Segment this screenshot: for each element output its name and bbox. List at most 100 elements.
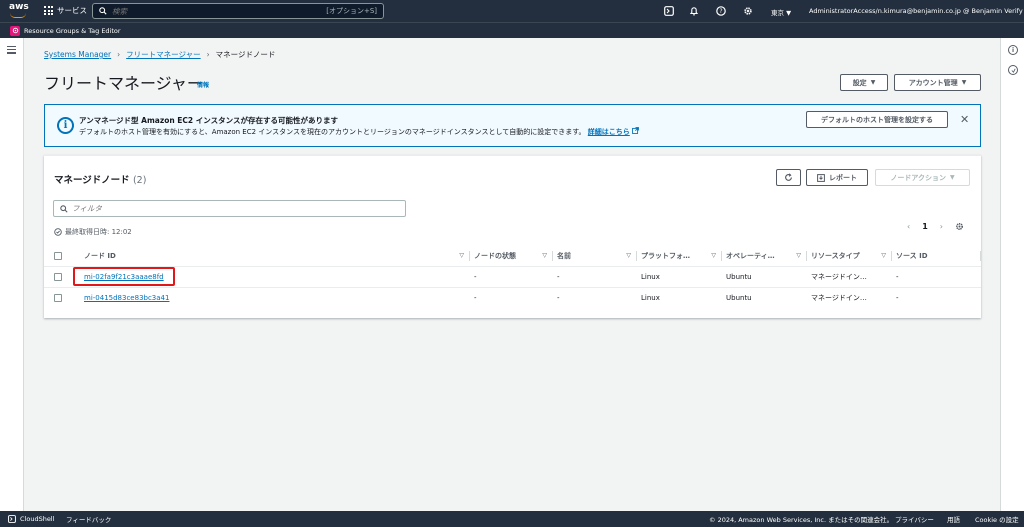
tutorial-icon[interactable] [1008,65,1018,75]
account-management-button[interactable]: アカウント管理 ▼ [894,74,981,91]
footer: CloudShell フィードバック © 2024, Amazon Web Se… [0,511,1024,527]
panel-title: マネージドノード (2) [54,175,147,186]
page-title: フリートマネージャー [44,74,203,93]
select-all-checkbox[interactable] [54,251,62,260]
filter-input[interactable] [72,204,399,213]
resource-type-cell: マネージドイン… [811,293,867,302]
feedback-link[interactable]: フィードバック [66,514,111,524]
col-node-state[interactable]: ノードの状態 ▽ [470,246,553,267]
help-icon[interactable]: ? [715,5,727,17]
refresh-icon [785,173,792,181]
os-cell: Ubuntu [726,293,752,302]
learn-more-link[interactable]: 詳細はこちら [588,128,630,136]
aws-logo[interactable]: aws [9,3,29,19]
source-id-cell: - [892,266,981,288]
select-all-column [44,246,72,267]
svg-text:?: ? [719,8,722,15]
settings-gear-icon[interactable] [742,5,754,17]
cloudshell-icon[interactable] [663,5,675,17]
caret-down-icon: ▼ [870,79,876,86]
sort-icon: ▽ [711,252,716,259]
col-platform[interactable]: プラットフォ… ▽ [637,246,722,267]
source-id-cell: - [896,293,899,302]
info-panel-icon[interactable]: i [1008,45,1018,55]
sort-icon: ▽ [881,252,886,259]
breadcrumb-fleet-manager[interactable]: フリートマネージャー [126,49,200,60]
external-link-icon [632,127,639,134]
search-input[interactable] [112,6,322,16]
download-icon [817,173,825,182]
terms-link[interactable]: 用語 [947,514,960,524]
col-resource-type[interactable]: リソースタイプ ▽ [807,246,892,267]
region-selector[interactable]: 東京 ▼ [771,7,791,17]
pagination: ‹ 1 › [907,222,964,231]
col-os[interactable]: オペレーティ… ▽ [722,246,807,267]
info-icon: i [57,117,74,134]
top-navigation-bar: aws サービス [オプション+S] ? 東京 ▼ AdministratorA… [0,0,1024,22]
table-header-row: ノード ID ▽ ノードの状態 ▽ 名前 ▽ プラットフォ… ▽ オペレーティ… ▽ リソ… [44,246,981,267]
configure-default-host-management-button[interactable]: デフォルトのホスト管理を設定する [806,111,948,128]
name-cell: - [553,266,637,288]
close-icon[interactable]: ✕ [960,113,969,126]
resource-type-cell: マネージドイン… [807,266,892,288]
row-checkbox[interactable] [54,272,62,281]
caret-down-icon: ▼ [961,79,967,86]
clock-check-icon [54,228,62,236]
notifications-bell-icon[interactable] [688,5,700,17]
resource-groups-link[interactable]: Resource Groups & Tag Editor [24,27,121,35]
page-number[interactable]: 1 [922,222,928,231]
resource-groups-icon [10,25,20,36]
sort-icon: ▽ [542,252,547,259]
search-icon [99,7,107,15]
sort-icon: ▽ [796,252,801,259]
node-count: (2) [132,175,147,186]
search-shortcut: [オプション+S] [326,7,377,15]
favorites-bar: Resource Groups & Tag Editor [0,22,1024,38]
privacy-link[interactable]: プライバシー [895,514,934,524]
refresh-button[interactable] [776,169,801,186]
cloudshell-link[interactable]: CloudShell [20,515,54,523]
table-row[interactable]: mi-02fa9f21c3aaae8fd - - Linux Ubuntu マネ… [44,266,981,288]
managed-nodes-panel: マネージドノード (2) レポート ノードアクション▼ 最終取得日時: 12:0… [44,155,981,318]
settings-button[interactable]: 設定 ▼ [840,74,888,91]
col-source-id[interactable]: ソース ID [892,246,981,267]
settings-gear-icon[interactable] [955,222,964,231]
info-alert: i アンマネージド型 Amazon EC2 インスタンスが存在する可能性がありま… [44,104,981,147]
node-state-cell: - [474,293,477,302]
search-icon [60,204,68,213]
col-node-id[interactable]: ノード ID ▽ [72,246,470,267]
services-menu-button[interactable]: サービス [44,5,87,16]
col-name[interactable]: 名前 ▽ [553,246,637,267]
cookie-settings-link[interactable]: Cookie の設定 [975,514,1019,524]
info-link[interactable]: 情報 [197,80,209,89]
breadcrumb-current: マネージドノード [215,50,276,59]
node-state-cell: - [470,266,553,288]
aws-smile-icon [10,13,26,18]
alert-body: デフォルトのホスト管理を有効にすると、Amazon EC2 インスタンスを現在の… [79,127,639,137]
global-search[interactable]: [オプション+S] [92,3,384,19]
chevron-left-icon[interactable]: ‹ [907,222,910,231]
report-button[interactable]: レポート [806,169,868,186]
sort-icon: ▽ [459,252,464,259]
menu-icon[interactable] [7,46,16,56]
account-menu[interactable]: AdministratorAccess/n.kimura@benjamin.co… [809,7,1024,15]
platform-cell: Linux [641,293,660,302]
os-cell: Ubuntu [722,266,807,288]
node-id-link[interactable]: mi-0415d83ce83bc3a41 [84,294,169,302]
last-fetched: 最終取得日時: 12:02 [54,227,132,237]
row-checkbox[interactable] [54,293,62,302]
cloudshell-icon [8,515,16,523]
node-actions-button[interactable]: ノードアクション ▼ [875,169,970,186]
caret-down-icon: ▼ [950,174,955,181]
sort-icon: ▽ [626,252,631,259]
managed-nodes-table: ノード ID ▽ ノードの状態 ▽ 名前 ▽ プラットフォ… ▽ オペレーティ… ▽ リソ… [44,246,981,308]
highlight-annotation [73,267,175,286]
filter-field[interactable] [53,200,406,217]
grid-icon [44,6,53,15]
chevron-right-icon[interactable]: › [940,222,943,231]
breadcrumb: Systems Manager › フリートマネージャー › マネージドノード [44,49,275,60]
breadcrumb-systems-manager[interactable]: Systems Manager [44,50,111,59]
right-rail: i [1000,38,1024,511]
table-row[interactable]: mi-0415d83ce83bc3a41 - - Linux Ubuntu マネ… [44,287,981,308]
left-rail [0,38,24,511]
